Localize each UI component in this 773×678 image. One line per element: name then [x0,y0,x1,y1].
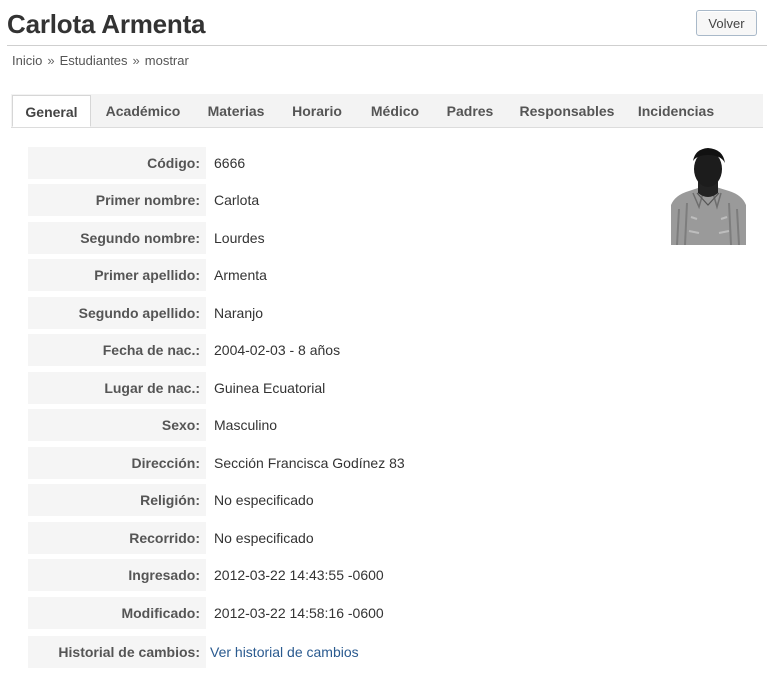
breadcrumb-separator: » [47,53,55,68]
student-photo [671,147,746,245]
field-label: Ingresado: [128,567,200,583]
field-label: Segundo apellido: [78,305,200,321]
tab-bar: General Académico Materias Horario Médic… [11,94,763,128]
back-button[interactable]: Volver [696,10,757,36]
title-divider [7,45,767,46]
field-row-fecha-nac: Fecha de nac.: 2004-02-03 - 8 años [28,334,752,366]
field-label: Dirección: [131,455,200,471]
field-label: Religión: [140,492,200,508]
field-value: 2004-02-03 - 8 años [214,342,341,358]
field-row-lugar-nac: Lugar de nac.: Guinea Ecuatorial [28,372,752,404]
field-value: Lourdes [214,230,265,246]
history-link[interactable]: Ver historial de cambios [210,644,359,660]
field-value: 2012-03-22 14:58:16 -0600 [214,605,384,621]
tab-materias[interactable]: Materias [196,94,276,127]
tab-medico[interactable]: Médico [360,94,430,127]
breadcrumb-home-link[interactable]: Inicio [12,53,42,68]
field-label: Lugar de nac.: [104,380,200,396]
field-value: Guinea Ecuatorial [214,380,326,396]
field-row-codigo: Código: 6666 [28,147,752,179]
field-value: 2012-03-22 14:43:55 -0600 [214,567,384,583]
field-label: Primer nombre: [95,192,200,208]
breadcrumb: Inicio » Estudiantes » mostrar [12,53,189,68]
field-label: Código: [147,155,200,171]
breadcrumb-current: mostrar [144,53,189,68]
tab-incidencias[interactable]: Incidencias [627,94,725,127]
field-row-primer-nombre: Primer nombre: Carlota [28,184,752,216]
field-label: Fecha de nac.: [102,342,200,358]
field-row-religion: Religión: No especificado [28,484,752,516]
page-title: Carlota Armenta [7,9,206,39]
tab-padres[interactable]: Padres [435,94,505,127]
field-row-segundo-apellido: Segundo apellido: Naranjo [28,297,752,329]
field-value: Masculino [214,417,278,433]
field-row-primer-apellido: Primer apellido: Armenta [28,259,752,291]
field-label: Primer apellido: [94,267,200,283]
field-label: Recorrido: [129,530,200,546]
field-row-segundo-nombre: Segundo nombre: Lourdes [28,222,752,254]
field-value: Carlota [214,192,260,208]
person-silhouette-icon [671,147,746,245]
field-row-sexo: Sexo: Masculino [28,409,752,441]
field-row-ingresado: Ingresado: 2012-03-22 14:43:55 -0600 [28,559,752,591]
field-row-direccion: Dirección: Sección Francisca Godínez 83 [28,447,752,479]
field-value: 6666 [214,155,246,171]
field-label: Segundo nombre: [80,230,200,246]
field-label: Sexo: [161,417,200,433]
field-label: Modificado: [121,605,200,621]
field-value: No especificado [214,530,314,546]
field-value: No especificado [214,492,314,508]
tab-responsables[interactable]: Responsables [511,94,623,127]
field-value: Sección Francisca Godínez 83 [214,455,405,471]
breadcrumb-students-link[interactable]: Estudiantes [60,53,128,68]
field-value: Armenta [214,267,267,283]
breadcrumb-separator: » [132,53,140,68]
field-row-historial: Historial de cambios: Ver historial de c… [28,636,752,668]
tab-general[interactable]: General [12,95,91,127]
field-value: Naranjo [214,305,264,321]
field-label: Historial de cambios: [58,644,200,660]
tab-academico[interactable]: Académico [95,94,191,127]
tab-horario[interactable]: Horario [281,94,353,127]
field-row-recorrido: Recorrido: No especificado [28,522,752,554]
field-row-modificado: Modificado: 2012-03-22 14:58:16 -0600 [28,597,752,629]
